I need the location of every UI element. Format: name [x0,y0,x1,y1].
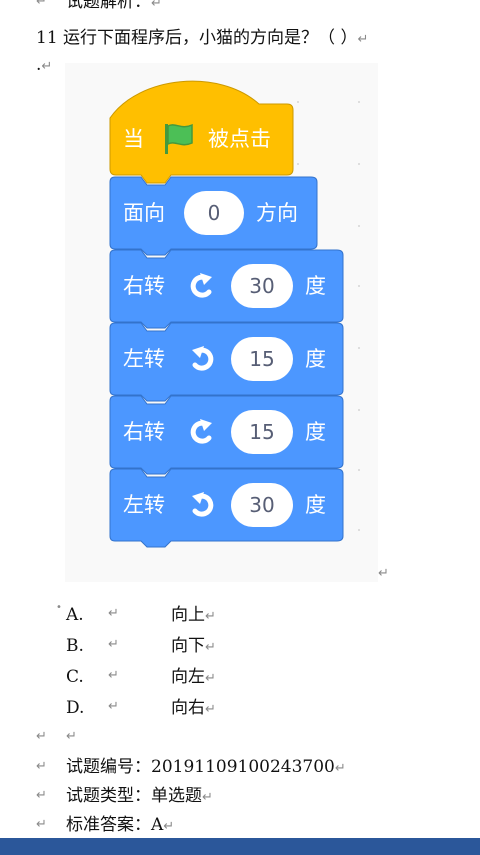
when-flag-clicked-block[interactable]: 当 被点击 [109,78,295,190]
option-text: 向上↵ [171,605,216,625]
turn-unit-label: 度 [305,493,326,517]
point-label: 面向 [123,201,165,225]
list-marker: • [56,602,62,613]
return-mark: ↵ [357,32,369,47]
return-mark: ↵ [36,788,47,803]
option-text: 向右↵ [171,698,216,718]
point-unit-label: 方向 [256,201,298,225]
rotate-counterclockwise-icon [192,492,214,517]
status-bar [0,838,480,855]
tab-mark: ↵ [108,637,119,652]
return-mark: ↵ [205,640,216,655]
return-mark: ↵ [202,790,213,805]
turn-right-block[interactable]: 右转 30 度 [109,249,345,329]
tab-mark: ↵ [108,699,119,714]
question-id-line: 试题编号：20191109100243700↵ [66,757,346,777]
green-flag-icon [165,123,193,154]
tab-mark: ↵ [108,606,119,621]
turn-right-block[interactable]: 右转 15 度 [109,395,345,475]
return-mark: ↵ [205,671,216,686]
return-mark: ↵ [36,817,47,832]
direction-value-input[interactable]: 0 [184,191,244,235]
turn-unit-label: 度 [305,274,326,298]
question-text: 11 运行下面程序后，小猫的方向是？（ ）↵ [36,28,369,48]
question-type-line: 试题类型：单选题↵ [66,786,213,806]
return-mark: ↵ [36,0,47,9]
scratch-program-image: 当 被点击 面向 0 方向 右转 30 度 左转 15 度 右转 15 度 左转… [65,63,378,582]
hat-prefix-label: 当 [123,127,144,151]
option-letter: A. [66,605,84,625]
return-mark: ↵ [334,761,346,776]
option-letter: D. [66,698,85,718]
return-mark: ↵ [378,566,389,581]
turn-degree-input[interactable]: 30 [231,264,293,308]
turn-degree-input[interactable]: 15 [231,337,293,381]
option-letter: C. [66,667,84,687]
return-mark: ↵ [151,0,162,11]
rotate-clockwise-icon [190,419,212,444]
turn-unit-label: 度 [305,420,326,444]
turn-label: 右转 [123,274,165,298]
return-mark: ↵ [205,609,216,624]
turn-label: 左转 [123,347,165,371]
turn-degree-input[interactable]: 30 [231,483,293,527]
rotate-counterclockwise-icon [192,346,214,371]
turn-label: 左转 [123,493,165,517]
return-mark: ↵ [163,819,175,834]
standard-answer-line: 标准答案：A↵ [66,815,175,835]
tab-mark: ↵ [108,668,119,683]
turn-unit-label: 度 [305,347,326,371]
hat-suffix-label: 被点击 [208,127,271,151]
point-in-direction-block[interactable]: 面向 0 方向 [109,176,319,256]
turn-degree-input[interactable]: 15 [231,410,293,454]
turn-left-block[interactable]: 左转 30 度 [109,468,345,548]
dot-mark: .↵ [36,55,53,75]
return-mark: ↵ [66,729,77,744]
return-mark: ↵ [36,759,47,774]
return-mark: ↵ [36,729,47,744]
analysis-heading: 试题解析：↵ [66,0,162,15]
option-letter: B. [66,636,84,656]
return-mark: ↵ [205,702,216,717]
turn-label: 右转 [123,420,165,444]
turn-left-block[interactable]: 左转 15 度 [109,322,345,402]
option-text: 向下↵ [171,636,216,656]
option-text: 向左↵ [171,667,216,687]
return-mark: ↵ [41,59,53,74]
rotate-clockwise-icon [190,273,212,298]
